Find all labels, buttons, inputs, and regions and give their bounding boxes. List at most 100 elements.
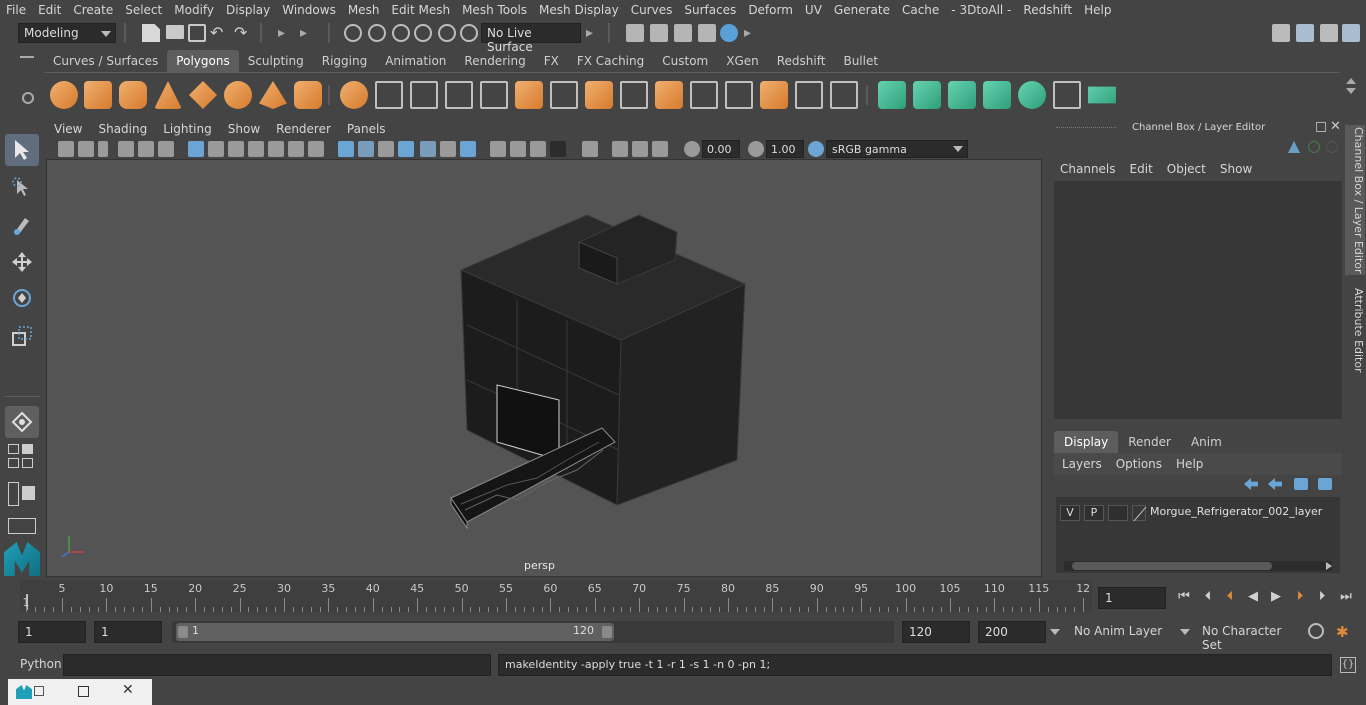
shelf-scroll[interactable] <box>1346 78 1356 112</box>
default-material-icon[interactable] <box>378 141 394 157</box>
menu-set-dropdown[interactable]: Modeling <box>18 23 116 43</box>
boolean-icon[interactable] <box>830 81 858 109</box>
layer-row[interactable]: V P Morgue_Refrigerator_002_layer <box>1058 499 1338 522</box>
paint-select-tool-icon[interactable] <box>5 208 39 240</box>
menu-deform[interactable]: Deform <box>742 3 799 17</box>
channel-box-area[interactable] <box>1054 181 1342 419</box>
move-tool-icon[interactable] <box>5 246 39 278</box>
fill-hole-icon[interactable] <box>795 81 823 109</box>
snap-curve-icon[interactable] <box>368 24 386 42</box>
layout-single-icon[interactable] <box>8 518 36 534</box>
tab-channel-box-layer-editor[interactable]: Channel Box / Layer Editor <box>1345 125 1365 275</box>
menu-windows[interactable]: Windows <box>276 3 342 17</box>
command-input[interactable] <box>63 654 491 676</box>
uv-automatic-icon[interactable] <box>983 81 1011 109</box>
tab-render[interactable]: Render <box>1118 431 1181 453</box>
script-editor-icon[interactable]: {} <box>1340 657 1356 673</box>
snap-grid-icon[interactable] <box>344 24 362 42</box>
smooth-shade-icon[interactable] <box>358 141 374 157</box>
grease-pencil-icon[interactable] <box>158 141 174 157</box>
poly-pipe-icon[interactable] <box>294 81 322 109</box>
go-to-end-icon[interactable]: ⏭ <box>1338 589 1354 605</box>
screen-space-ao-icon[interactable] <box>490 141 506 157</box>
live-surface-field[interactable]: No Live Surface <box>481 23 581 54</box>
lasso-tool-icon[interactable] <box>5 172 39 204</box>
play-forward-icon[interactable]: ▶ <box>1268 589 1284 605</box>
motion-blur-icon[interactable] <box>510 141 526 157</box>
append-polygon-icon[interactable] <box>585 81 613 109</box>
chevron-right-icon[interactable] <box>1326 562 1332 570</box>
menu-redshift[interactable]: Redshift <box>1017 3 1078 17</box>
layer-display-type-toggle[interactable] <box>1108 505 1128 521</box>
bevel-icon[interactable] <box>550 81 578 109</box>
channel-menu-object[interactable]: Object <box>1159 162 1212 176</box>
snap-surface-icon[interactable] <box>438 24 456 42</box>
tab-bullet[interactable]: Bullet <box>834 50 887 72</box>
menu-edit[interactable]: Edit <box>32 3 67 17</box>
layer-scrollbar[interactable] <box>1064 561 1332 571</box>
scale-tool-icon[interactable] <box>5 320 39 352</box>
gamma-icon[interactable] <box>748 141 764 157</box>
viewport-menu-lighting[interactable]: Lighting <box>155 122 220 136</box>
exposure-icon[interactable] <box>684 141 700 157</box>
layer-color-swatch[interactable] <box>1132 505 1147 522</box>
tab-fx[interactable]: FX <box>535 50 568 72</box>
layout-quad-icon[interactable] <box>8 444 36 468</box>
move-layer-up-icon[interactable] <box>1244 478 1258 490</box>
play-backward-icon[interactable]: ◀ <box>1245 589 1261 605</box>
anim-end-field[interactable]: 200 <box>978 621 1046 643</box>
select-tool-icon[interactable] <box>5 134 39 166</box>
arrow-right-icon[interactable]: ▸ <box>278 24 296 42</box>
current-frame-field[interactable]: 1 <box>1098 587 1166 609</box>
rotate-tool-icon[interactable] <box>5 282 39 314</box>
layer-visibility-toggle[interactable]: V <box>1060 505 1080 521</box>
step-back-frame-icon[interactable]: ⏴ <box>1222 589 1238 605</box>
quad-draw-icon[interactable] <box>725 81 753 109</box>
menu-create[interactable]: Create <box>67 3 119 17</box>
tab-animation[interactable]: Animation <box>376 50 455 72</box>
shelf-menu-icon[interactable] <box>20 56 34 58</box>
ipr-icon[interactable] <box>674 24 692 42</box>
menu-modify[interactable]: Modify <box>168 3 220 17</box>
end-time-field[interactable]: 120 <box>902 621 970 643</box>
layer-name[interactable]: Morgue_Refrigerator_002_layer <box>1150 505 1322 518</box>
float-icon[interactable] <box>1316 122 1326 132</box>
range-start-handle[interactable] <box>178 626 188 638</box>
channel-menu-channels[interactable]: Channels <box>1052 162 1122 176</box>
auto-key-icon[interactable] <box>1308 623 1324 639</box>
viewport-menu-shading[interactable]: Shading <box>90 122 155 136</box>
menu-mesh-display[interactable]: Mesh Display <box>533 3 625 17</box>
close-icon[interactable]: ✕ <box>122 682 134 698</box>
wireframe-icon[interactable] <box>338 141 354 157</box>
exposure-field[interactable]: 0.00 <box>702 140 740 158</box>
camera-attributes-icon[interactable] <box>78 141 94 157</box>
mirror-icon[interactable] <box>410 81 438 109</box>
poly-cube-icon[interactable] <box>84 81 112 109</box>
tab-rigging[interactable]: Rigging <box>313 50 376 72</box>
safe-title-icon[interactable] <box>308 141 324 157</box>
menu-select[interactable]: Select <box>119 3 168 17</box>
layout-two-pane-icon[interactable] <box>8 482 36 506</box>
modeling-toolkit-icon[interactable] <box>1272 24 1290 42</box>
target-weld-icon[interactable] <box>655 81 683 109</box>
menu-mesh-tools[interactable]: Mesh Tools <box>456 3 533 17</box>
textured-icon[interactable] <box>420 141 436 157</box>
bridge-icon[interactable] <box>515 81 543 109</box>
layer-menu-layers[interactable]: Layers <box>1054 457 1108 471</box>
2d-pan-zoom-icon[interactable] <box>138 141 154 157</box>
tab-redshift[interactable]: Redshift <box>768 50 835 72</box>
step-forward-frame-icon[interactable]: ⏵ <box>1292 589 1308 605</box>
grid-icon[interactable] <box>188 141 204 157</box>
channel-menu-edit[interactable]: Edit <box>1122 162 1159 176</box>
drag-handle[interactable] <box>1056 127 1116 130</box>
insert-loop-icon[interactable] <box>760 81 788 109</box>
edge-loop-icon[interactable] <box>690 81 718 109</box>
poly-cylinder-icon[interactable] <box>119 81 147 109</box>
tab-fx-caching[interactable]: FX Caching <box>568 50 653 72</box>
bookmark-icon[interactable] <box>98 141 108 157</box>
gear-icon[interactable] <box>22 92 34 104</box>
poly-torus-icon[interactable] <box>224 81 252 109</box>
poly-cone-icon[interactable] <box>154 81 182 109</box>
color-management-icon[interactable] <box>808 141 824 157</box>
tab-display[interactable]: Display <box>1054 431 1119 453</box>
